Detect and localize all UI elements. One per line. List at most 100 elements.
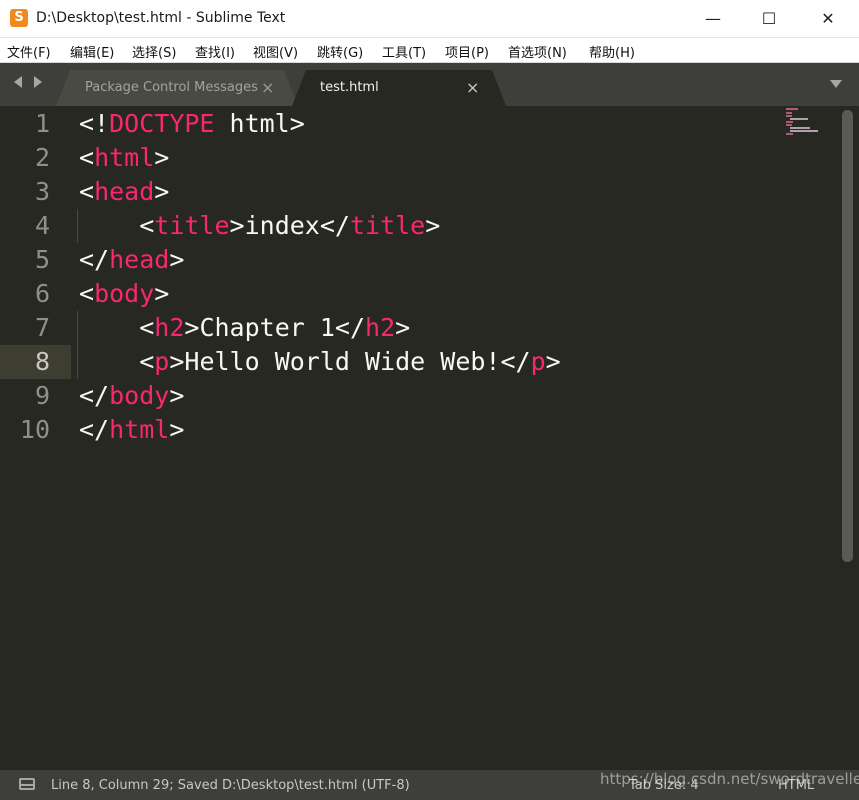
line-number: 8 <box>34 347 50 376</box>
code-text: <title>index</title> <box>79 209 440 243</box>
maximize-button[interactable]: ☐ <box>746 0 792 38</box>
code-text: <p>Hello World Wide Web!</p> <box>79 345 560 379</box>
status-bar: Line 8, Column 29; Saved D:\Desktop\test… <box>0 770 859 800</box>
code-line[interactable]: 4 <title>index</title> <box>0 209 840 243</box>
tag-name: p <box>530 347 546 376</box>
code-token: > <box>154 177 170 206</box>
menu-help[interactable]: 帮助(H) <box>589 42 635 61</box>
code-token: < <box>79 279 95 308</box>
menu-project[interactable]: 项目(P) <box>445 42 489 61</box>
code-token: > <box>169 381 185 410</box>
code-line[interactable]: 10 </html> <box>0 413 840 447</box>
code-token: html> <box>214 109 305 138</box>
code-line[interactable]: 8 <p>Hello World Wide Web!</p> <box>0 345 840 379</box>
menu-goto[interactable]: 跳转(G) <box>317 42 363 61</box>
tag-name: html <box>109 415 170 444</box>
menu-find[interactable]: 查找(I) <box>195 42 235 61</box>
code-text: <!DOCTYPE html> <box>79 107 305 141</box>
menu-file[interactable]: 文件(F) <box>7 42 51 61</box>
panel-toggle-icon[interactable] <box>19 778 35 790</box>
code-token: < <box>79 143 95 172</box>
tag-name: body <box>94 279 155 308</box>
code-line[interactable]: 6 <body> <box>0 277 840 311</box>
minimap-line <box>786 124 792 126</box>
code-line[interactable]: 2 <html> <box>0 141 840 175</box>
code-token: > <box>425 211 441 240</box>
code-token: > <box>169 415 185 444</box>
minimap[interactable] <box>784 106 830 136</box>
code-line[interactable]: 3 <head> <box>0 175 840 209</box>
window-title: D:\Desktop\test.html - Sublime Text <box>36 10 286 26</box>
minimap-line <box>790 130 818 132</box>
code-text: <head> <box>79 175 169 209</box>
sublime-app-icon: S <box>10 9 28 27</box>
menu-preferences[interactable]: 首选项(N) <box>508 42 567 61</box>
code-token: > <box>154 143 170 172</box>
code-text: </html> <box>79 413 184 447</box>
minimap-line <box>786 121 793 123</box>
minimap-line <box>786 115 792 117</box>
code-token: </ <box>79 415 110 444</box>
tag-name: DOCTYPE <box>109 109 215 138</box>
tab-test-html[interactable]: test.html × <box>292 70 506 106</box>
code-token: < <box>79 177 95 206</box>
line-number: 1 <box>34 109 50 138</box>
tag-name: head <box>94 177 155 206</box>
indent-guide <box>77 209 78 243</box>
code-line[interactable]: 5 </head> <box>0 243 840 277</box>
menu-selection[interactable]: 选择(S) <box>132 42 176 61</box>
code-token: >Chapter 1</ <box>184 313 366 342</box>
title-bar: S D:\Desktop\test.html - Sublime Text — … <box>0 0 859 38</box>
tag-name: body <box>109 381 170 410</box>
line-number: 5 <box>34 245 50 274</box>
menu-edit[interactable]: 编辑(E) <box>70 42 114 61</box>
tag-name: h2 <box>365 313 396 342</box>
code-text: <html> <box>79 141 169 175</box>
minimap-line <box>790 127 810 129</box>
tag-name: h2 <box>154 313 185 342</box>
line-number: 3 <box>34 177 50 206</box>
tag-name: title <box>349 211 426 240</box>
tab-scroll-right-icon[interactable] <box>34 76 42 88</box>
tab-scroll-left-icon[interactable] <box>14 76 22 88</box>
code-line[interactable]: 9 </body> <box>0 379 840 413</box>
tag-name: title <box>154 211 230 240</box>
code-line[interactable]: 1 <!DOCTYPE html> <box>0 107 840 141</box>
minimap-line <box>790 118 808 120</box>
tab-close-icon[interactable]: × <box>466 78 479 97</box>
code-token: > <box>154 279 170 308</box>
code-text: <body> <box>79 277 169 311</box>
indent-guide <box>77 345 78 379</box>
minimize-button[interactable]: — <box>690 0 736 38</box>
minimap-line <box>786 133 793 135</box>
code-line[interactable]: 7 <h2>Chapter 1</h2> <box>0 311 840 345</box>
tab-list-dropdown-icon[interactable] <box>830 80 842 88</box>
code-token: < <box>139 347 155 376</box>
code-token: > <box>395 313 411 342</box>
code-token: < <box>139 211 155 240</box>
code-token: </ <box>79 381 110 410</box>
tag-name: html <box>94 143 155 172</box>
line-number: 9 <box>34 381 50 410</box>
code-editor[interactable]: 1 <!DOCTYPE html> 2 <html> 3 <head> 4 <title>i… <box>0 106 859 770</box>
code-text: </body> <box>79 379 184 413</box>
close-button[interactable]: ✕ <box>805 0 851 38</box>
tab-label: Package Control Messages <box>85 80 258 95</box>
code-text: <h2>Chapter 1</h2> <box>79 311 410 345</box>
line-number: 10 <box>19 415 50 444</box>
menu-view[interactable]: 视图(V) <box>253 42 298 61</box>
minimap-line <box>786 112 792 114</box>
line-number: 2 <box>34 143 50 172</box>
tag-name: head <box>109 245 170 274</box>
menu-tools[interactable]: 工具(T) <box>382 42 426 61</box>
vertical-scrollbar[interactable] <box>842 110 853 562</box>
tab-package-control-messages[interactable]: Package Control Messages × <box>56 70 298 106</box>
indent-guide <box>77 311 78 345</box>
tab-close-icon[interactable]: × <box>261 78 274 97</box>
code-text: </head> <box>79 243 184 277</box>
code-token: >index</ <box>229 211 350 240</box>
line-number: 7 <box>34 313 50 342</box>
code-token: </ <box>79 245 110 274</box>
